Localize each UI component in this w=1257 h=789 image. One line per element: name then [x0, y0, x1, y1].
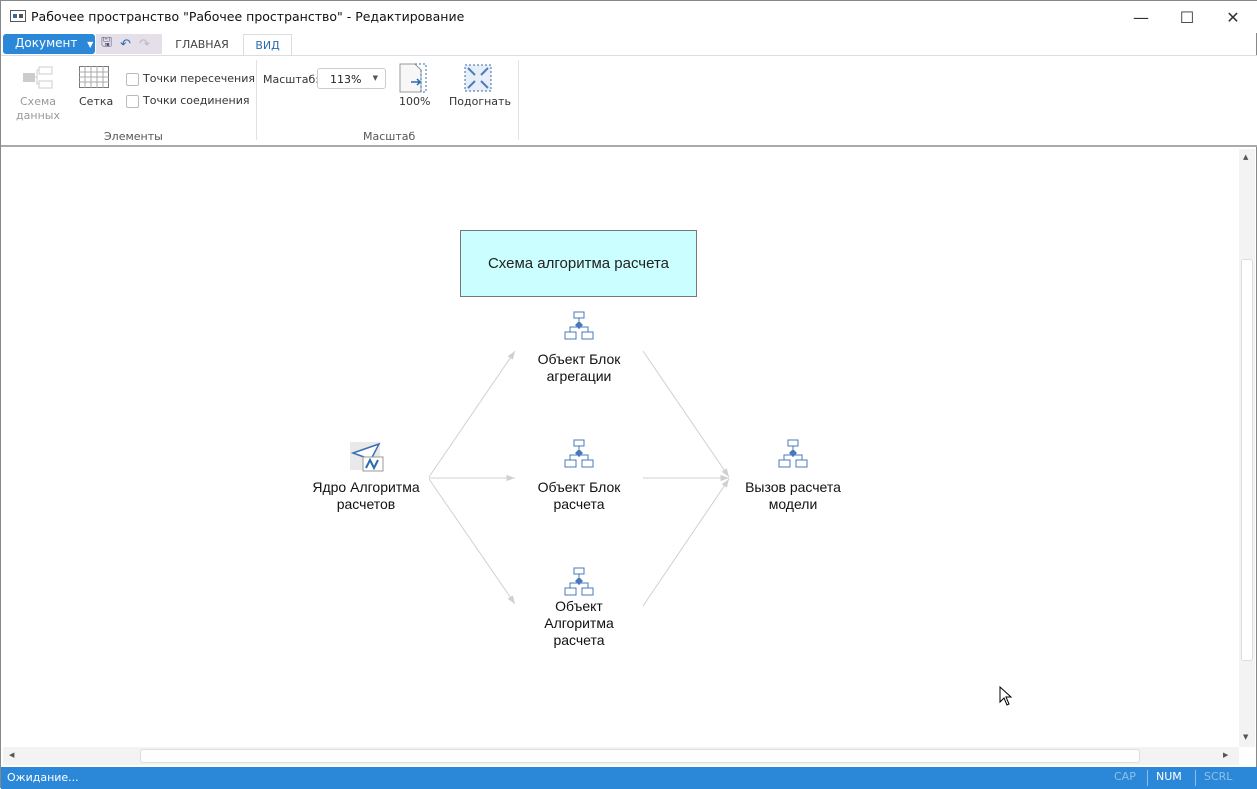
node-model-call[interactable]: Вызов расчета модели	[713, 479, 873, 513]
diagram-header-box[interactable]: Схема алгоритма расчета	[460, 230, 697, 297]
node-core[interactable]: Ядро Алгоритма расчетов	[286, 479, 446, 513]
node-label: Объект	[555, 598, 603, 614]
horizontal-scrollbar[interactable]: ◀ ▶	[3, 747, 1239, 765]
mouse-cursor-icon	[999, 686, 1013, 706]
block-diagram-icon	[563, 439, 595, 472]
status-bar: Ожидание... CAP NUM SCRL	[1, 767, 1257, 789]
node-aggregation[interactable]: Объект Блок агрегации	[499, 351, 659, 385]
calculation-core-icon	[350, 442, 384, 472]
node-label: расчета	[553, 632, 605, 648]
node-label: Ядро Алгоритма	[312, 479, 420, 495]
node-label: агрегации	[546, 368, 612, 384]
edge-arrowhead	[721, 468, 729, 477]
scroll-lock-indicator: SCRL	[1195, 770, 1240, 786]
caps-lock-indicator: CAP	[1114, 770, 1136, 783]
scroll-down-icon[interactable]: ▼	[1243, 733, 1248, 741]
block-diagram-icon	[563, 567, 595, 600]
diagram-edges	[428, 350, 730, 607]
node-label: Объект Блок	[537, 479, 621, 495]
status-text: Ожидание...	[7, 771, 79, 784]
block-diagram-icon	[777, 439, 809, 472]
node-label: Объект Блок	[537, 351, 621, 367]
scroll-right-icon[interactable]: ▶	[1223, 751, 1228, 759]
scroll-left-icon[interactable]: ◀	[9, 751, 14, 759]
vertical-scroll-thumb[interactable]	[1241, 259, 1253, 661]
node-algorithm[interactable]: Объект Алгоритма расчета	[499, 598, 659, 649]
scroll-up-icon[interactable]: ▲	[1243, 153, 1248, 161]
node-calc-block[interactable]: Объект Блок расчета	[499, 479, 659, 513]
block-diagram-icon	[563, 311, 595, 344]
num-lock-indicator: NUM	[1147, 770, 1190, 786]
node-label: модели	[768, 496, 818, 512]
node-label: расчета	[553, 496, 605, 512]
node-label: расчетов	[336, 496, 396, 512]
horizontal-scroll-thumb[interactable]	[140, 749, 1140, 763]
vertical-scrollbar[interactable]: ▲ ▼	[1239, 149, 1255, 747]
node-label: Алгоритма	[544, 615, 614, 631]
node-label: Вызов расчета	[745, 479, 841, 495]
